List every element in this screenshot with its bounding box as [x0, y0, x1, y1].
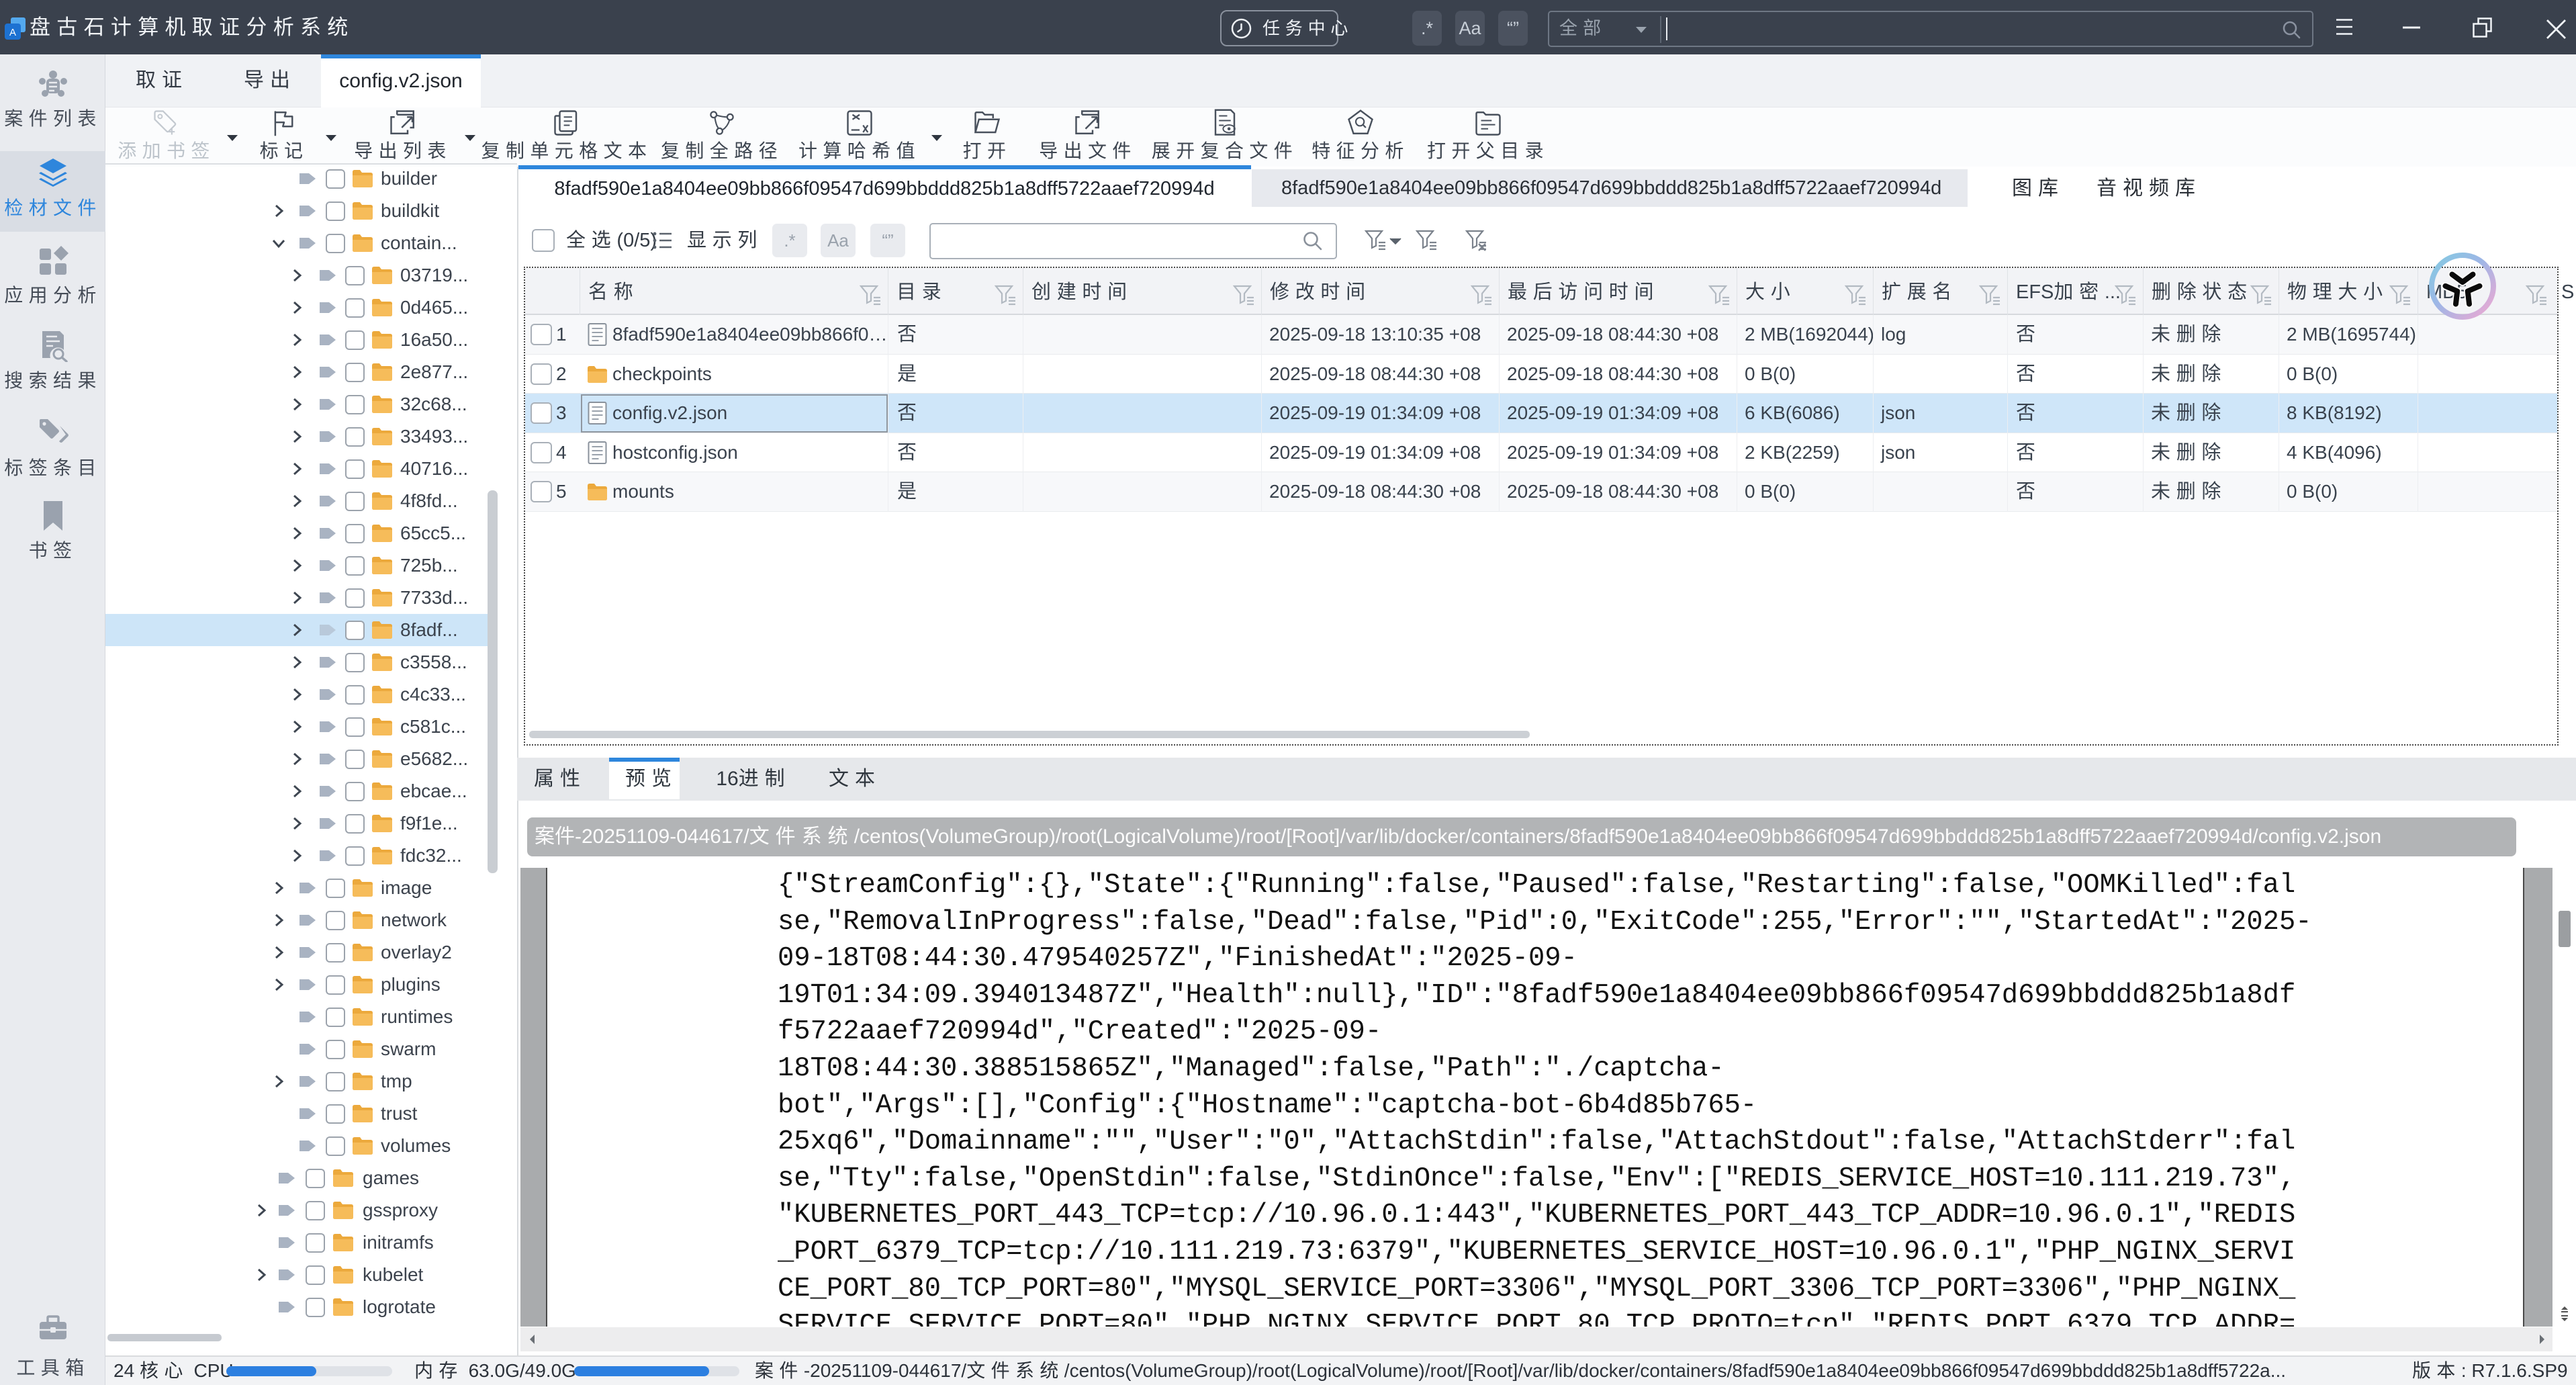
svg-text:A: A [9, 27, 16, 38]
